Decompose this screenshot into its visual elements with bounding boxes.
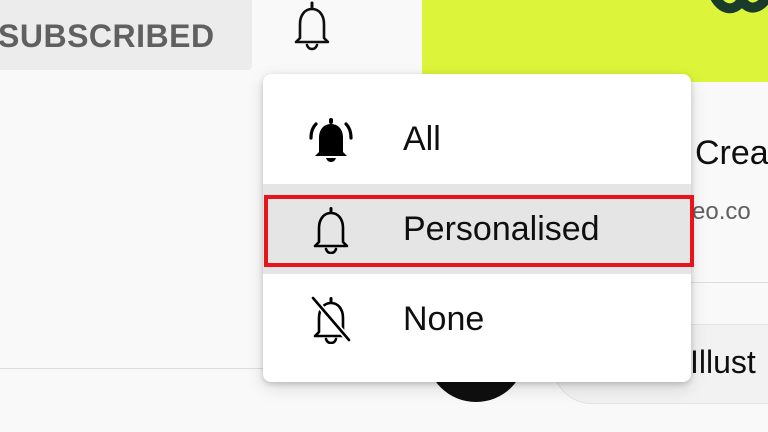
bell-ringing-icon [309, 118, 353, 162]
video-thumbnail[interactable] [422, 0, 768, 82]
menu-item-label: All [403, 119, 441, 158]
bell-outline-icon [313, 207, 349, 254]
filter-chip-label: Illust [690, 344, 756, 380]
video-title[interactable]: Crea [695, 134, 768, 173]
menu-item-personalised[interactable]: Personalised [263, 184, 691, 274]
menu-item-all[interactable]: All [263, 94, 691, 184]
video-channel-url: eo.co [692, 198, 751, 225]
menu-item-none[interactable]: None [263, 274, 691, 364]
subscribed-button[interactable]: SUBSCRIBED [0, 0, 252, 70]
menu-item-label: Personalised [403, 209, 600, 248]
notification-bell-icon[interactable] [288, 0, 336, 52]
subscribed-label: SUBSCRIBED [0, 17, 215, 54]
menu-item-label: None [403, 299, 485, 338]
notification-settings-menu: All Personalised None [263, 74, 691, 382]
divider [690, 282, 768, 283]
thumbnail-graphic [710, 0, 768, 14]
bell-off-icon [310, 295, 352, 344]
youtube-channel-page: SUBSCRIBED Crea eo.co Illust All Persona… [0, 0, 768, 432]
